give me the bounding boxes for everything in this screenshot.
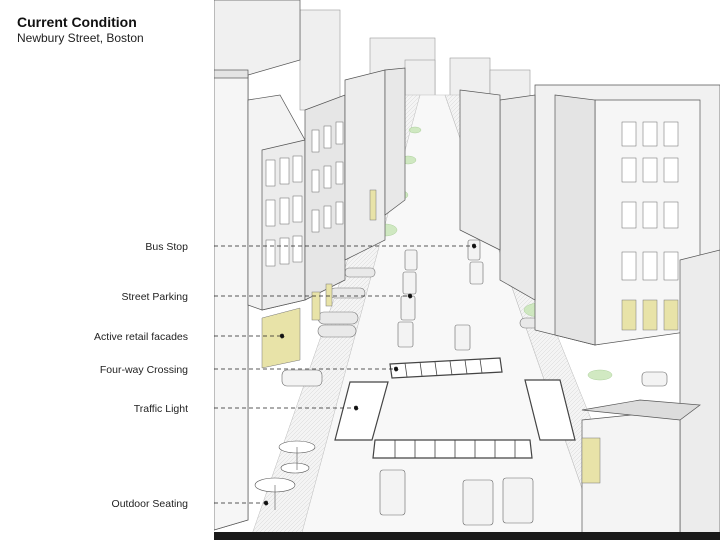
diagram-subtitle: Newbury Street, Boston xyxy=(17,31,144,45)
label-four-way-crossing: Four-way Crossing xyxy=(99,364,188,376)
label-traffic-light: Traffic Light xyxy=(133,403,188,415)
label-street-parking: Street Parking xyxy=(121,291,188,303)
label-active-retail-facades: Active retail facades xyxy=(94,331,188,343)
street-perspective-illustration xyxy=(214,0,720,540)
label-bus-stop: Bus Stop xyxy=(145,241,188,253)
diagram-title: Current Condition xyxy=(17,14,137,30)
ground-base xyxy=(214,532,720,540)
label-outdoor-seating: Outdoor Seating xyxy=(111,498,188,510)
